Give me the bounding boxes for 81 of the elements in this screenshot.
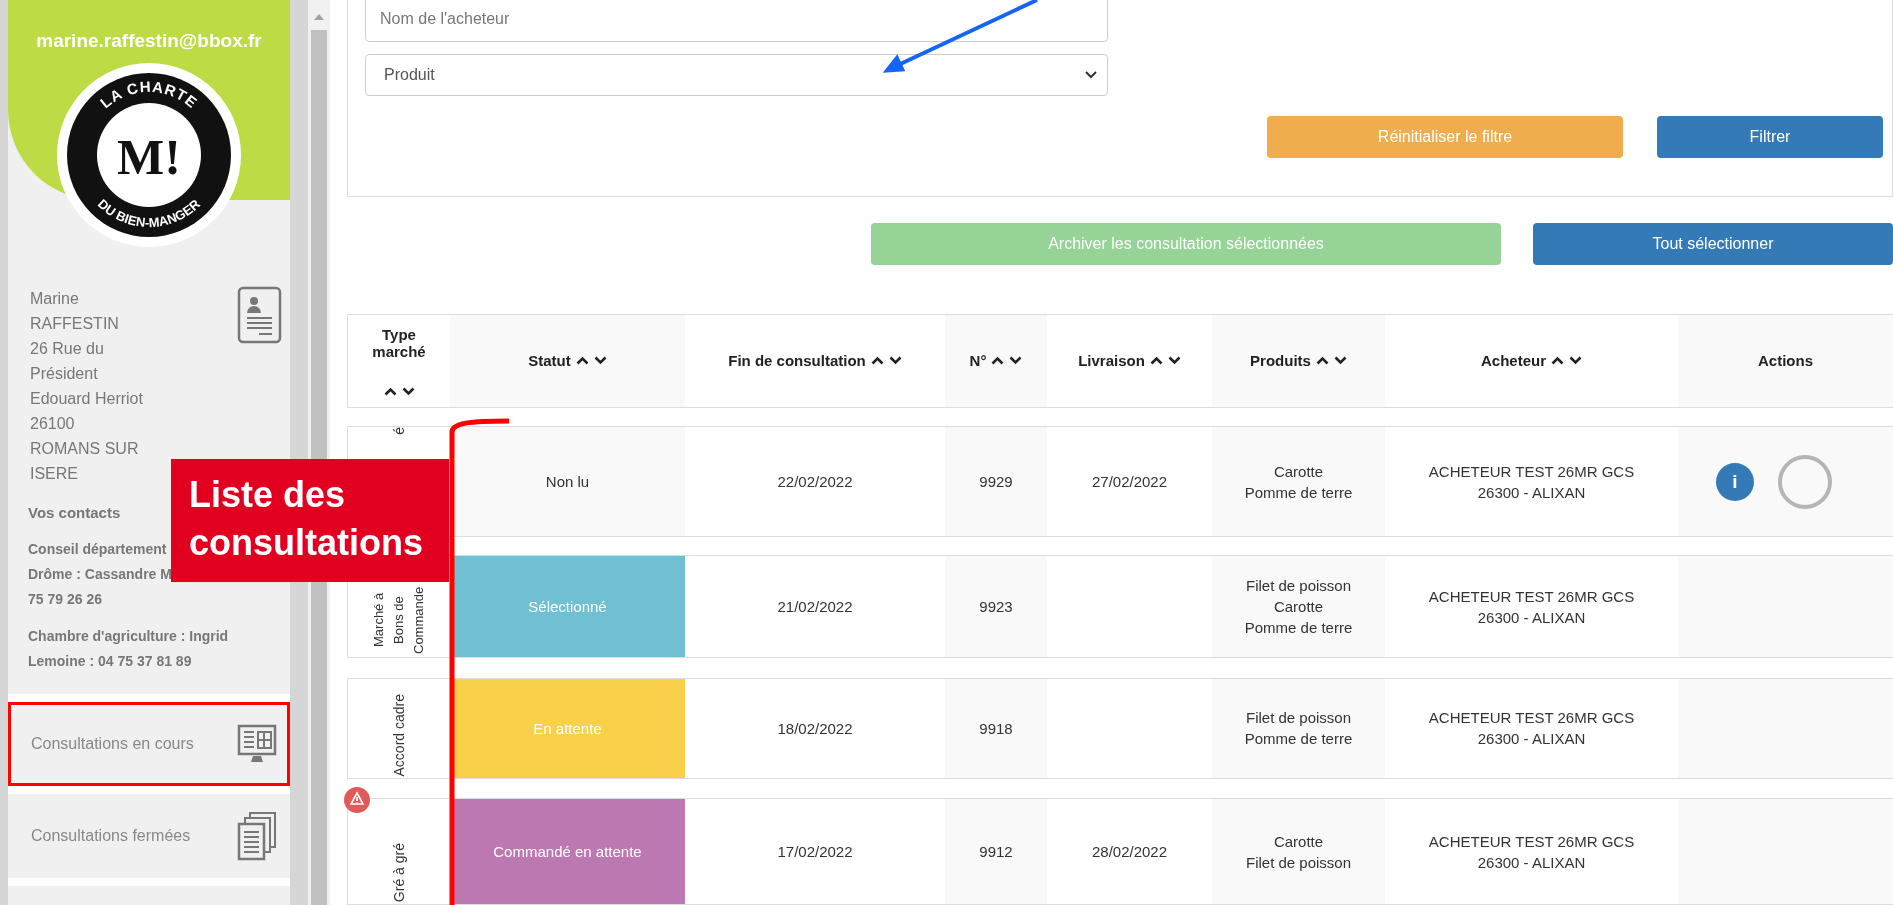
sidebar-item-label: Consultations en cours <box>31 735 194 753</box>
product-name: Pomme de terre <box>1244 482 1353 503</box>
product-select[interactable]: Produit <box>365 54 1108 96</box>
sort-up-icon[interactable] <box>575 356 589 366</box>
product-name: Pomme de terre <box>1244 618 1353 639</box>
column-header[interactable]: Livraison <box>1078 352 1145 370</box>
info-button[interactable]: i <box>1716 462 1754 501</box>
column-header[interactable]: Statut <box>528 352 571 370</box>
end-date: 21/02/2022 <box>777 597 853 618</box>
end-date: 18/02/2022 <box>777 718 853 739</box>
sidebar-item-label: Consultations fermées <box>31 827 191 845</box>
sort-down-icon[interactable] <box>1009 356 1023 366</box>
sort-icons[interactable] <box>575 356 607 366</box>
buyer-info: ACHETEUR TEST 26MR GCS <box>1428 708 1635 729</box>
contact-info: 75 79 26 26 <box>28 590 102 609</box>
sort-icons[interactable] <box>1149 356 1181 366</box>
user-address: Marine RAFFESTIN 26 Rue du Président Edouard Herriot 26100 ROMANS SUR ISERE <box>30 289 143 484</box>
column-header[interactable]: Type marché <box>354 325 444 360</box>
sort-up-icon[interactable] <box>991 356 1005 366</box>
contact-info: Conseil département <box>28 540 167 559</box>
column-header: Actions <box>1758 352 1813 370</box>
sort-up-icon[interactable] <box>383 386 397 396</box>
filter-button[interactable]: Filtrer <box>1657 116 1883 158</box>
consultation-number: 9923 <box>979 597 1013 618</box>
product-name: Filet de poisson <box>1245 708 1352 729</box>
end-date: 17/02/2022 <box>777 842 853 862</box>
sort-up-icon[interactable] <box>1315 356 1329 366</box>
documents-icon <box>237 811 277 861</box>
market-type: Gré à gré <box>390 842 408 902</box>
sort-down-icon[interactable] <box>1569 356 1582 366</box>
sort-icons[interactable] <box>1315 356 1347 366</box>
sort-icons[interactable] <box>1551 356 1582 366</box>
sort-icons[interactable] <box>991 356 1023 366</box>
caret-icon <box>1085 71 1097 79</box>
column-header[interactable]: Acheteur <box>1481 352 1546 370</box>
consultation-number: 9912 <box>979 842 1013 862</box>
delivery-date: 28/02/2022 <box>1091 842 1168 862</box>
sort-down-icon[interactable] <box>1333 356 1347 366</box>
buyer-name-field[interactable]: Nom de l'acheteur <box>365 0 1108 42</box>
consultation-number: 9929 <box>979 472 1013 493</box>
contact-info: Drôme : Cassandre M <box>28 565 172 584</box>
contacts-title: Vos contacts <box>28 503 121 523</box>
contact-info: Lemoine : 04 75 37 81 89 <box>28 652 192 671</box>
buyer-info: 26300 - ALIXAN <box>1477 852 1586 873</box>
contact-card-icon <box>237 286 282 344</box>
sort-up-icon[interactable] <box>870 356 884 366</box>
product-name: Carotte <box>1273 831 1324 852</box>
column-header[interactable]: Produits <box>1250 352 1311 370</box>
buyer-info: ACHETEUR TEST 26MR GCS <box>1428 831 1635 852</box>
market-type: é <box>390 426 408 435</box>
end-date: 22/02/2022 <box>777 472 853 493</box>
contact-info: Chambre d'agriculture : Ingrid <box>28 627 229 646</box>
sort-down-icon[interactable] <box>888 356 902 366</box>
user-email: marine.raffestin@bbox.fr <box>36 30 262 52</box>
sort-down-icon[interactable] <box>1167 356 1181 366</box>
sort-down-icon[interactable] <box>593 356 607 366</box>
buyer-info: 26300 - ALIXAN <box>1477 482 1586 503</box>
market-type: Accord cadre <box>390 693 408 776</box>
product-name: Pomme de terre <box>1244 729 1353 750</box>
buyer-info: ACHETEUR TEST 26MR GCS <box>1428 461 1635 482</box>
status-cell: Non lu <box>450 426 685 537</box>
sort-icons[interactable] <box>383 386 415 396</box>
product-name: Carotte <box>1273 461 1324 482</box>
buyer-info: 26300 - ALIXAN <box>1477 607 1586 628</box>
sort-up-icon[interactable] <box>1149 356 1163 366</box>
buyer-info: 26300 - ALIXAN <box>1477 729 1586 750</box>
sort-up-icon[interactable] <box>1551 356 1564 366</box>
buyer-info: ACHETEUR TEST 26MR GCS <box>1428 586 1635 607</box>
product-name: Filet de poisson <box>1245 852 1352 873</box>
product-name: Filet de poisson <box>1245 576 1352 597</box>
select-all-button[interactable]: Tout sélectionner <box>1533 223 1893 265</box>
sort-icons[interactable] <box>870 356 902 366</box>
annotation-label: Liste des consultations <box>171 459 449 582</box>
delivery-date: 27/02/2022 <box>1091 472 1168 493</box>
monitor-icon <box>237 724 277 764</box>
product-name: Carotte <box>1273 597 1324 618</box>
consultation-number: 9918 <box>979 718 1013 739</box>
column-header[interactable]: N° <box>969 352 987 370</box>
market-type: Marché à Bons de Commande <box>370 585 427 655</box>
column-header[interactable]: Fin de consultation <box>728 352 866 370</box>
sort-down-icon[interactable] <box>401 386 415 396</box>
